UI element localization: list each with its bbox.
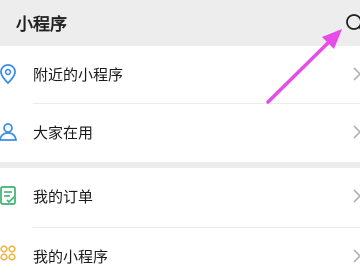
search-icon[interactable] <box>344 12 360 34</box>
nearby-section: 附近的小程序 大家在用 <box>0 46 360 162</box>
menu-item-popular[interactable]: 大家在用 <box>0 104 360 162</box>
chevron-right-icon <box>353 189 360 203</box>
chevron-right-icon <box>353 67 360 81</box>
menu-item-my-orders[interactable]: 我的订单 <box>0 168 360 228</box>
page-title: 小程序 <box>16 15 67 35</box>
chevron-right-icon <box>353 249 360 263</box>
order-list-icon <box>0 186 16 205</box>
mini-program-icon <box>0 245 16 261</box>
menu-item-label: 我的订单 <box>33 188 94 206</box>
menu-item-nearby-mini-programs[interactable]: 附近的小程序 <box>0 46 360 104</box>
menu-item-label: 附近的小程序 <box>33 66 124 84</box>
chevron-right-icon <box>353 125 360 139</box>
my-section: 我的订单 我的小程序 <box>0 168 360 270</box>
menu-item-label: 我的小程序 <box>33 248 109 266</box>
people-icon <box>0 123 18 141</box>
header-bar: 小程序 <box>0 0 360 46</box>
menu-item-my-mini-programs[interactable]: 我的小程序 <box>0 228 360 270</box>
menu-item-label: 大家在用 <box>33 124 94 142</box>
location-pin-icon <box>0 64 16 85</box>
